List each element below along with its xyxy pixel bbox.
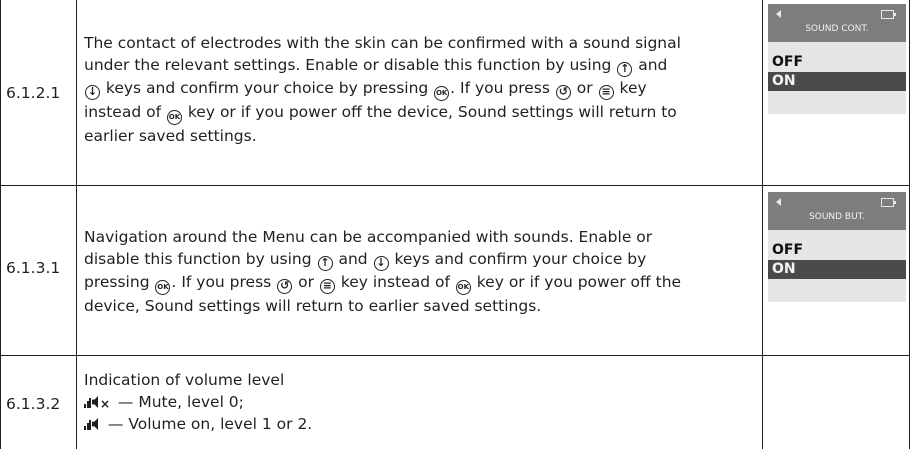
ok-key-icon: OK — [155, 280, 171, 295]
row-divider-1 — [0, 185, 910, 186]
screen-title: SOUND BUT. — [809, 212, 865, 222]
table-border-left — [0, 0, 1, 449]
text-fragment: under the relevant settings. Enable or d… — [84, 56, 617, 74]
back-key-icon: ↺ — [277, 279, 293, 294]
text-fragment: . If you press — [450, 79, 555, 97]
row-number: 6.1.2.1 — [6, 84, 61, 102]
back-key-icon: ↺ — [555, 85, 571, 100]
text-fragment: key instead of — [335, 273, 455, 291]
battery-icon — [881, 10, 896, 19]
text-fragment: pressing — [84, 273, 155, 291]
text-fragment: — Volume on, level 1 or 2. — [103, 415, 313, 433]
text-fragment: keys and confirm your choice by — [389, 250, 647, 268]
text-fragment: The contact of electrodes with the skin … — [84, 34, 681, 52]
text-fragment: and — [633, 56, 668, 74]
text-fragment: keys and confirm your choice by pressing — [101, 79, 434, 97]
screen-header: SOUND CONT. — [768, 4, 906, 42]
back-arrow-icon — [776, 198, 781, 206]
text-line: Navigation around the Menu can be accomp… — [84, 226, 754, 248]
text-line: disable this function by using ↑ and ↓ k… — [84, 248, 754, 271]
text-fragment: Indication of volume level — [84, 371, 285, 389]
option-on: ON — [772, 261, 796, 277]
text-fragment: disable this function by using — [84, 250, 317, 268]
row-description: Indication of volume level × — Mute, leve… — [84, 369, 754, 435]
text-line: The contact of electrodes with the skin … — [84, 32, 754, 54]
row-number: 6.1.3.2 — [6, 395, 61, 413]
column-divider-screen — [762, 0, 763, 449]
back-arrow-icon — [776, 10, 781, 18]
row-description: Navigation around the Menu can be accomp… — [84, 226, 754, 317]
screen-title: SOUND CONT. — [805, 24, 869, 34]
battery-icon — [881, 198, 896, 207]
screen-header: SOUND BUT. — [768, 192, 906, 230]
down-arrow-key-icon: ↓ — [373, 256, 389, 271]
up-arrow-key-icon: ↑ — [317, 256, 333, 271]
row-number: 6.1.3.1 — [6, 259, 61, 277]
text-fragment: key — [614, 79, 647, 97]
option-on: ON — [772, 73, 796, 89]
device-screen-preview: SOUND BUT. OFF ON — [768, 192, 906, 302]
text-line: under the relevant settings. Enable or d… — [84, 54, 754, 77]
text-line: earlier saved settings. — [84, 125, 754, 147]
text-fragment: or — [571, 79, 598, 97]
text-line: ↓ keys and confirm your choice by pressi… — [84, 77, 754, 101]
text-fragment: Navigation around the Menu can be accomp… — [84, 228, 653, 246]
down-arrow-key-icon: ↓ — [85, 85, 100, 100]
text-fragment: — Mute, level 0; — [113, 393, 244, 411]
text-fragment: . If you press — [171, 273, 277, 291]
row-description: The contact of electrodes with the skin … — [84, 32, 754, 147]
up-arrow-key-icon: ↑ — [617, 62, 633, 77]
column-divider-number — [76, 0, 77, 449]
row-divider-2 — [0, 355, 910, 356]
speaker-volume-icon — [84, 417, 100, 431]
text-line: — Volume on, level 1 or 2. — [84, 413, 754, 435]
menu-key-icon: ≡ — [598, 85, 614, 100]
settings-table: 6.1.2.1 The contact of electrodes with t… — [0, 0, 910, 449]
text-fragment: key or if you power off the — [471, 273, 682, 291]
text-fragment: or — [293, 273, 319, 291]
text-line: device, Sound settings will return to ea… — [84, 295, 754, 317]
speaker-mute-icon: × — [84, 395, 110, 411]
ok-key-icon: OK — [455, 280, 471, 295]
text-fragment: device, Sound settings will return to ea… — [84, 297, 542, 315]
option-off: OFF — [772, 242, 804, 258]
text-fragment: and — [333, 250, 373, 268]
menu-key-icon: ≡ — [319, 279, 335, 294]
device-screen-preview: SOUND CONT. OFF ON — [768, 4, 906, 114]
text-fragment: key or if you power off the device, Soun… — [182, 103, 677, 121]
option-off: OFF — [772, 54, 804, 70]
ok-key-icon: OK — [166, 110, 182, 125]
text-line: Indication of volume level — [84, 369, 754, 391]
text-fragment: instead of — [84, 103, 166, 121]
text-fragment: earlier saved settings. — [84, 127, 257, 145]
ok-key-icon: OK — [434, 86, 450, 101]
text-line: × — Mute, level 0; — [84, 391, 754, 413]
text-line: instead of OK key or if you power off th… — [84, 101, 754, 125]
text-line: pressing OK. If you press ↺ or ≡ key ins… — [84, 271, 754, 295]
